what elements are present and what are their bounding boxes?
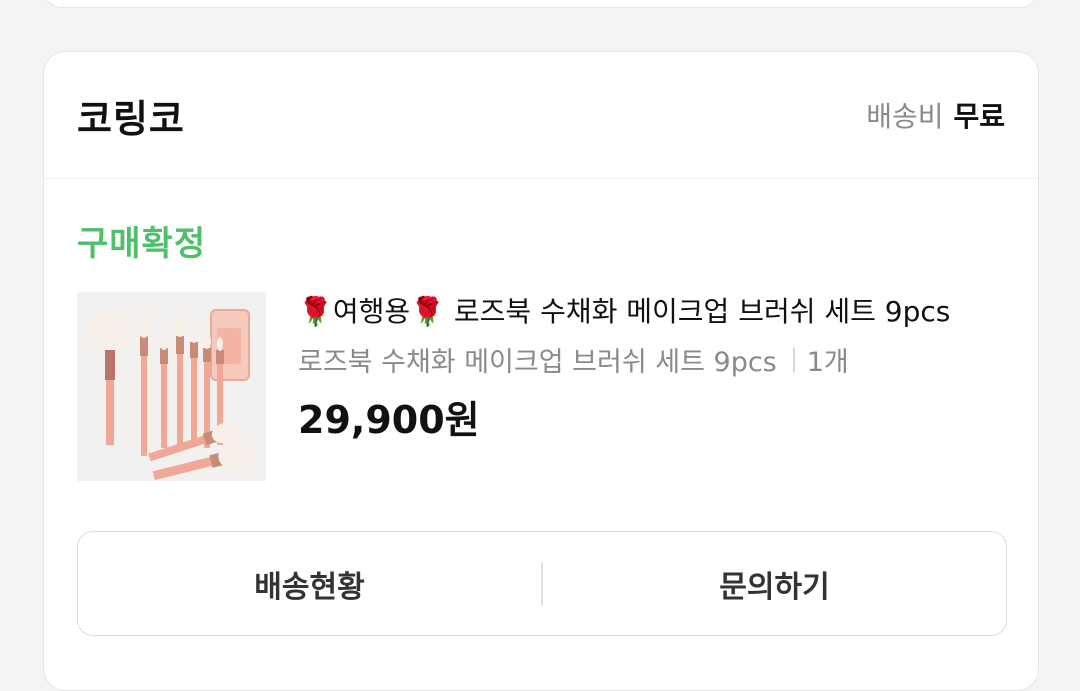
product-info: 🌹여행용🌹 로즈북 수채화 메이크업 브러쉬 세트 9pcs 로즈북 수채화 메… — [298, 290, 1018, 444]
shipping-fee: 배송비 무료 — [866, 95, 1005, 135]
product-title[interactable]: 🌹여행용🌹 로즈북 수채화 메이크업 브러쉬 세트 9pcs — [298, 290, 1018, 334]
card-header: 코링코 배송비 무료 — [44, 52, 1038, 179]
order-status: 구매확정 — [77, 224, 207, 264]
product-option-row: 로즈북 수채화 메이크업 브러쉬 세트 9pcs 1개 — [298, 340, 1018, 379]
product-quantity: 1개 — [806, 347, 849, 378]
shipping-fee-label: 배송비 — [866, 100, 944, 133]
previous-card — [43, 0, 1039, 8]
inquiry-button[interactable]: 문의하기 — [543, 532, 1006, 635]
makeup-brush-set-image — [77, 292, 266, 481]
order-card: 코링코 배송비 무료 구매확정 🌹여행용🌹 로즈북 수채화 메이크업 브러쉬 세… — [43, 51, 1039, 691]
delivery-status-button[interactable]: 배송현황 — [78, 532, 541, 635]
option-divider — [792, 347, 795, 372]
seller-name[interactable]: 코링코 — [77, 88, 185, 143]
product-price: 29,900원 — [298, 398, 480, 442]
shipping-fee-value: 무료 — [953, 100, 1005, 133]
product-option: 로즈북 수채화 메이크업 브러쉬 세트 9pcs — [298, 347, 777, 378]
action-bar: 배송현황 문의하기 — [77, 531, 1007, 636]
product-image[interactable] — [77, 292, 266, 481]
